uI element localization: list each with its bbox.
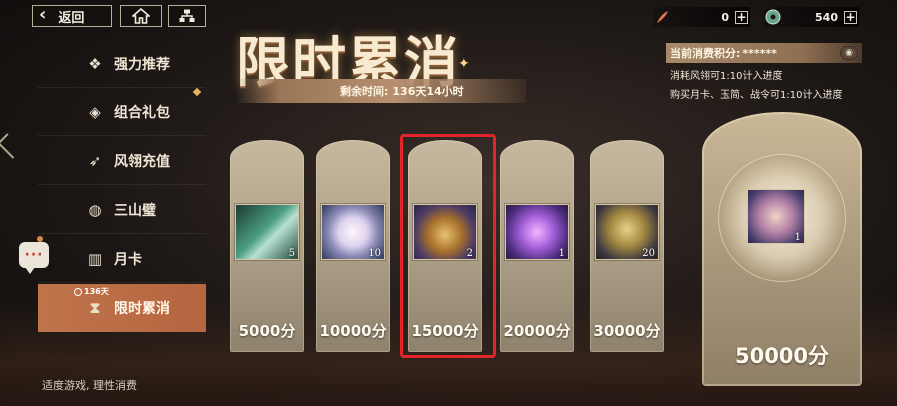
sidebar-item-limited-spend[interactable]: 136天 ⧗ 限时累消: [38, 284, 206, 332]
reward-count: 20: [642, 248, 655, 259]
feather-amount: 0: [721, 10, 729, 24]
feather-currency: 0 +: [653, 7, 750, 27]
points-rule: 消耗风翎可1:10计入进度: [670, 71, 783, 82]
sidebar-item-label: 限时累消: [114, 300, 170, 317]
grand-reward-card[interactable]: 1 50000分: [702, 112, 862, 386]
reward-count: 5: [288, 248, 295, 259]
reward-count: 1: [558, 248, 565, 259]
star-emblem-icon: ❖: [88, 54, 102, 73]
wing-icon: ➶: [88, 151, 102, 170]
map-button[interactable]: [168, 5, 206, 27]
feather-icon: [653, 8, 671, 26]
reward-points: 5000分: [238, 322, 296, 340]
reward-card[interactable]: 20 30000分: [590, 140, 664, 352]
reward-count: 1: [794, 232, 801, 243]
green-gem-icon: 5: [235, 204, 299, 260]
footer-note: 适度游戏, 理性消费: [42, 379, 137, 392]
hourglass-icon: ⧗: [89, 298, 101, 317]
points-label: 当前消费积分:: [670, 47, 741, 60]
points-header: 当前消费积分: ****** ◉: [666, 43, 862, 63]
sidebar-item-topup[interactable]: ➶ 风翎充值: [38, 137, 206, 185]
eye-toggle-icon[interactable]: ◉: [840, 46, 858, 60]
time-badge: 136天: [74, 286, 109, 297]
sidebar-item-label: 组合礼包: [114, 104, 170, 121]
remaining-time-value: 136天14小时: [392, 85, 464, 98]
sidebar-item-label: 月卡: [114, 251, 142, 268]
add-jade-button[interactable]: +: [844, 10, 857, 24]
jade-coin-icon: [764, 8, 782, 26]
clock-icon: [74, 287, 82, 296]
reward-card[interactable]: 1 20000分: [500, 140, 574, 352]
remaining-time-bar: 剩余时间: 136天14小时: [236, 79, 526, 103]
card-icon: ▥: [87, 249, 103, 268]
back-button[interactable]: ‹ 返回: [32, 5, 112, 27]
reward-points: 50000分: [734, 344, 830, 368]
reward-count: 10: [368, 248, 381, 259]
selection-highlight: [400, 134, 496, 358]
home-button[interactable]: [120, 5, 162, 27]
sidebar-item-recommend[interactable]: ❖ 强力推荐: [38, 40, 206, 88]
sidebar-item-label: 强力推荐: [114, 56, 170, 73]
sidebar-item-label: 三山璧: [114, 202, 156, 219]
reward-points: 10000分: [319, 322, 387, 340]
sidebar-item-jade-disk[interactable]: ◍ 三山璧: [38, 186, 206, 234]
scroll-book-icon: 1: [747, 189, 805, 244]
time-badge-text: 136天: [84, 287, 109, 296]
points-rule: 购买月卡、玉简、战令可1:10计入进度: [670, 90, 843, 101]
collapse-arrow-icon[interactable]: [0, 133, 23, 159]
purple-crystal-icon: 1: [505, 204, 569, 260]
sidebar-item-label: 风翎充值: [114, 153, 170, 170]
home-icon: [132, 8, 150, 24]
reward-card[interactable]: 10 10000分: [316, 140, 390, 352]
jade-currency: 540 +: [764, 7, 859, 27]
reward-points: 30000分: [593, 322, 661, 340]
remaining-time-label: 剩余时间:: [340, 85, 389, 98]
jade-amount: 540: [815, 10, 838, 24]
points-panel: 当前消费积分: ****** ◉ 消耗风翎可1:10计入进度 购买月卡、玉简、战…: [666, 43, 862, 101]
back-label: 返回: [58, 10, 85, 26]
sparkle-icon: ✦: [458, 56, 470, 72]
sidebar-item-bundle[interactable]: ◈ 组合礼包: [38, 88, 206, 136]
golden-statue-icon: 20: [595, 204, 659, 260]
points-value: ******: [742, 46, 777, 60]
add-feather-button[interactable]: +: [735, 10, 748, 24]
reward-points: 20000分: [503, 322, 571, 340]
pearl-orb-icon: 10: [321, 204, 385, 260]
back-arrow-icon: ‹: [39, 4, 47, 25]
jade-disk-icon: ◍: [88, 200, 102, 219]
map-icon: [179, 9, 195, 22]
reward-card[interactable]: 5 5000分: [230, 140, 304, 352]
gift-bundle-icon: ◈: [89, 102, 101, 121]
sidebar-item-monthly-card[interactable]: ▥ 月卡: [38, 235, 206, 283]
